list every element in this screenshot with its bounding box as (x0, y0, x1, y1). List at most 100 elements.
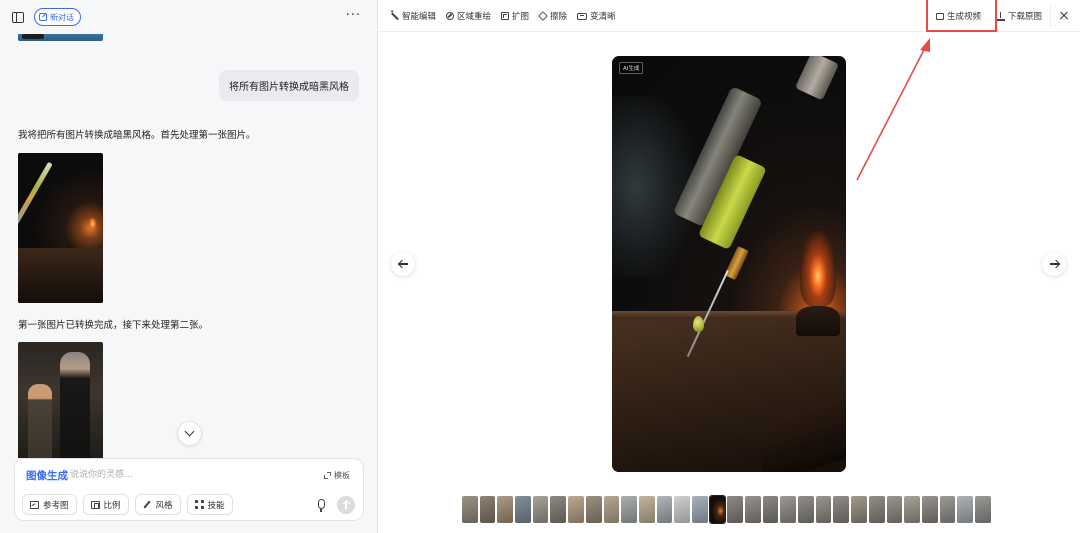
region-redraw-button[interactable]: 区域重绘 (446, 10, 491, 22)
mode-label[interactable]: 图像生成 (26, 468, 68, 483)
composer-tools: 参考图 比例 风格 技能 (22, 494, 233, 515)
filmstrip-thumbnail[interactable] (939, 496, 956, 523)
tool-label: 区域重绘 (457, 12, 492, 22)
filmstrip-thumbnail[interactable] (921, 496, 938, 523)
ai-generated-badge: AI生成 (619, 62, 644, 74)
sidebar-toggle-icon[interactable] (12, 11, 24, 23)
filmstrip-thumbnail[interactable] (833, 496, 850, 523)
brush-icon (143, 500, 152, 509)
new-chat-label: 新对话 (50, 12, 74, 22)
prompt-input[interactable] (70, 467, 270, 483)
filmstrip-thumbnail[interactable] (780, 496, 797, 523)
filmstrip-thumbnail[interactable] (851, 496, 867, 523)
filmstrip-thumbnail[interactable] (957, 496, 973, 523)
expand-icon (324, 472, 331, 479)
filmstrip-thumbnail[interactable] (868, 496, 885, 523)
filmstrip-thumbnail[interactable] (479, 496, 496, 523)
filmstrip-thumbnail[interactable] (550, 496, 567, 523)
syringe-plunger (794, 56, 840, 101)
region-redraw-icon (446, 12, 455, 20)
thumbnail-figure (28, 384, 52, 458)
close-icon[interactable] (1050, 5, 1076, 27)
filmstrip-thumbnail[interactable] (532, 496, 549, 523)
filmstrip-thumbnail[interactable] (638, 496, 655, 523)
more-options-button[interactable]: ··· (346, 9, 361, 22)
expand-image-icon (501, 12, 510, 20)
oil-lamp-glow (800, 231, 836, 306)
chevron-down-icon (184, 426, 195, 437)
erase-button[interactable]: 擦除 (538, 10, 568, 22)
chat-panel: 新对话 ··· 将所有图片转换成暗黑风格 我将把所有图片转换成暗黑风格。首先处理… (0, 0, 378, 533)
enhance-clarity-button[interactable]: 变清晰 (577, 10, 616, 22)
filmstrip-thumbnail[interactable] (674, 496, 690, 523)
filmstrip-thumbnail[interactable] (762, 496, 779, 523)
generate-video-highlight-box (926, 0, 997, 32)
chat-history[interactable]: 将所有图片转换成暗黑风格 我将把所有图片转换成暗黑风格。首先处理第一张图片。 第… (0, 34, 377, 458)
filmstrip-thumbnail[interactable] (708, 495, 727, 524)
filmstrip-thumbnail[interactable] (904, 496, 920, 523)
filmstrip-thumbnail[interactable] (798, 496, 814, 523)
arrow-right-icon (1049, 263, 1059, 265)
filmstrip-thumbnail[interactable] (585, 496, 602, 523)
filmstrip-thumbnail[interactable] (745, 496, 761, 523)
filmstrip-thumbnail[interactable] (621, 496, 637, 523)
skills-button[interactable]: 技能 (186, 494, 233, 515)
filmstrip-thumbnail[interactable] (691, 496, 708, 523)
send-button[interactable] (337, 496, 355, 514)
download-icon (996, 11, 1005, 21)
filmstrip-thumbnail[interactable] (886, 496, 903, 523)
filmstrip-thumbnail[interactable] (515, 496, 531, 523)
download-original-button[interactable]: 下载原图 (993, 5, 1050, 27)
new-chat-button[interactable]: 新对话 (34, 8, 81, 26)
next-image-button[interactable] (1042, 252, 1066, 276)
expand-image-button[interactable]: 扩图 (501, 10, 529, 22)
prompt-composer: 图像生成 模板 参考图 比例 风格 技能 (14, 458, 364, 521)
filmstrip-thumbnail[interactable] (568, 496, 584, 523)
eraser-icon (538, 11, 548, 21)
ratio-button[interactable]: 比例 (82, 494, 129, 515)
filmstrip-thumbnail[interactable] (815, 496, 832, 523)
thumbnail-figure (60, 352, 90, 458)
ratio-icon (90, 500, 100, 509)
scroll-down-button[interactable] (177, 421, 202, 446)
tool-label: 擦除 (550, 12, 568, 22)
main-image[interactable]: AI生成 (612, 56, 846, 472)
generated-image-thumbnail[interactable] (18, 153, 103, 303)
magic-wand-icon (390, 9, 399, 20)
grid-icon (194, 500, 204, 509)
image-viewer: 智能编辑 区域重绘 扩图 擦除 变清晰 生成视频 (378, 0, 1080, 533)
edit-icon (39, 13, 47, 21)
tool-label: 智能编辑 (402, 12, 437, 22)
filmstrip-thumbnail[interactable] (462, 496, 478, 523)
filmstrip-thumbnail[interactable] (497, 496, 514, 523)
chat-header: 新对话 ··· (0, 0, 377, 34)
filmstrip-thumbnail[interactable] (727, 496, 743, 523)
previous-image-button[interactable] (391, 252, 415, 276)
tool-label: 风格 (155, 500, 173, 511)
hd-icon (577, 12, 588, 20)
smart-edit-button[interactable]: 智能编辑 (390, 9, 437, 22)
background-window (612, 96, 692, 276)
tool-label: 比例 (103, 500, 121, 511)
assistant-message: 我将把所有图片转换成暗黑风格。首先处理第一张图片。 (18, 130, 256, 141)
reference-image-button[interactable]: 参考图 (22, 494, 77, 515)
microphone-icon[interactable] (318, 499, 325, 512)
filmstrip-thumbnail[interactable] (656, 496, 673, 523)
tool-label: 变清晰 (590, 12, 616, 22)
thumbnail-lamp (89, 218, 96, 230)
generated-image-thumbnail[interactable] (18, 34, 103, 41)
syringe-hub (724, 246, 749, 281)
tool-label: 扩图 (512, 12, 530, 22)
user-message: 将所有图片转换成暗黑风格 (219, 70, 359, 101)
arrow-left-icon (398, 263, 408, 265)
assistant-message: 第一张图片已转换完成，接下来处理第二张。 (18, 320, 209, 331)
filmstrip-thumbnail[interactable] (603, 496, 620, 523)
filmstrip-thumbnail[interactable] (974, 496, 991, 523)
generated-image-thumbnail[interactable] (18, 342, 103, 458)
viewer-toolbar: 智能编辑 区域重绘 扩图 擦除 变清晰 生成视频 (378, 0, 1080, 32)
template-label: 模板 (334, 471, 350, 480)
template-button[interactable]: 模板 (324, 470, 350, 481)
style-button[interactable]: 风格 (134, 494, 181, 515)
image-icon (30, 500, 39, 509)
oil-lamp-base (796, 306, 840, 336)
